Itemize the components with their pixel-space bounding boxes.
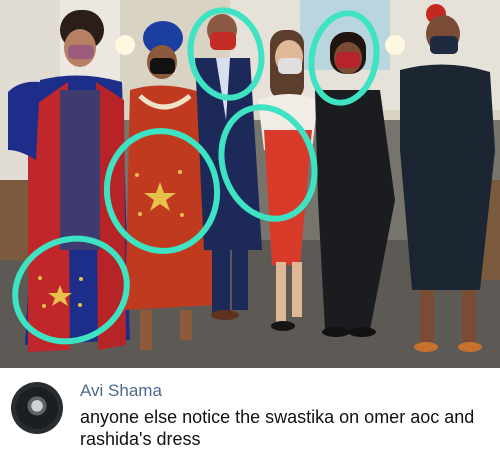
- group-photo-illustration: [0, 0, 500, 368]
- comment-card: Avi Shama anyone else notice the swastik…: [0, 368, 500, 458]
- comment-text: anyone else notice the swastika on omer …: [80, 407, 475, 449]
- post-photo: [0, 0, 500, 368]
- avatar-image: [16, 387, 58, 429]
- author-name[interactable]: Avi Shama: [80, 381, 162, 401]
- avatar[interactable]: [11, 382, 63, 434]
